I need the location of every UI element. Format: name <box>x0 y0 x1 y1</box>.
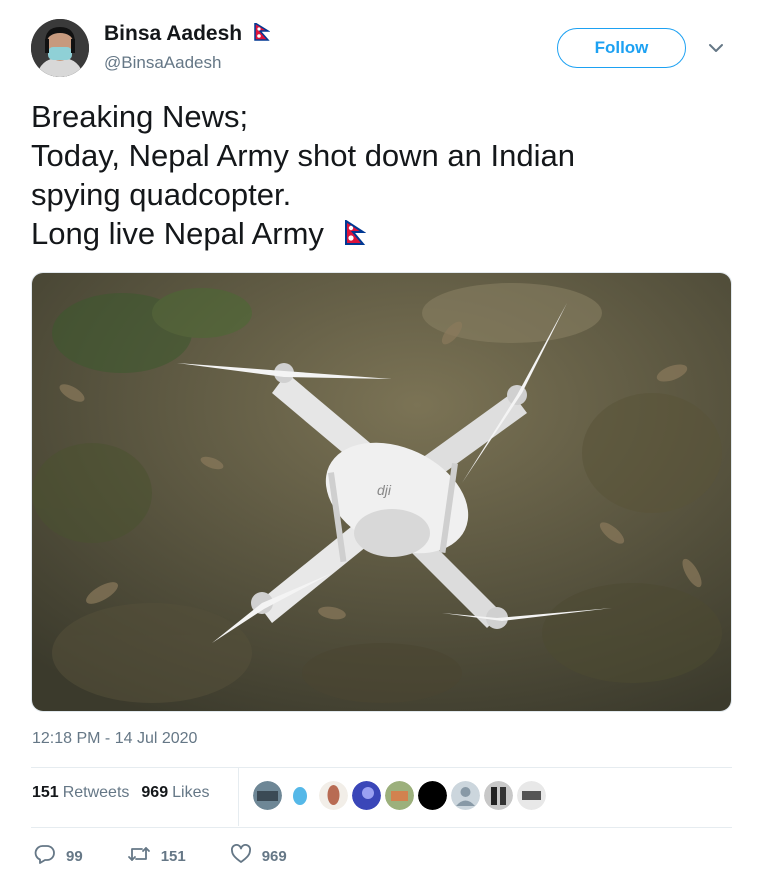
tweet-text: Breaking News; Today, Nepal Army shot do… <box>31 97 731 255</box>
user-handle[interactable]: @BinsaAadesh <box>104 53 221 73</box>
tweet-photo[interactable]: dji <box>31 272 732 712</box>
liker-avatar[interactable] <box>418 781 447 810</box>
divider <box>238 768 239 826</box>
retweets-count[interactable]: 151 <box>32 784 59 802</box>
tweet-text-line: Long live Nepal Army <box>31 216 324 251</box>
chevron-down-icon[interactable] <box>708 41 724 59</box>
retweet-icon <box>127 845 151 867</box>
liker-avatar[interactable] <box>451 781 480 810</box>
reply-count: 99 <box>66 847 83 865</box>
like-button[interactable]: 969 <box>230 844 287 868</box>
liker-avatar[interactable] <box>385 781 414 810</box>
tweet-card: Binsa Aadesh @BinsaAadesh Follow Breakin… <box>0 0 773 881</box>
retweets-label[interactable]: Retweets <box>63 784 130 802</box>
liker-avatar[interactable] <box>286 781 315 810</box>
drone-brand-text: dji <box>377 482 392 498</box>
display-name[interactable]: Binsa Aadesh <box>104 22 242 46</box>
heart-icon <box>230 844 252 868</box>
tweet-text-line: spying quadcopter. <box>31 177 292 212</box>
reply-button[interactable]: 99 <box>34 844 83 868</box>
nepal-flag-icon <box>344 216 367 255</box>
divider <box>31 827 732 828</box>
tweet-text-line: Breaking News; <box>31 99 249 134</box>
liker-avatar[interactable] <box>484 781 513 810</box>
likes-count[interactable]: 969 <box>141 784 168 802</box>
tweet-text-line: Today, Nepal Army shot down an Indian <box>31 138 575 173</box>
liker-avatars <box>253 781 550 810</box>
engagement-stats: 151 Retweets 969 Likes <box>32 784 221 802</box>
tweet-timestamp[interactable]: 12:18 PM - 14 Jul 2020 <box>32 730 197 748</box>
reply-icon <box>34 844 56 868</box>
likes-label[interactable]: Likes <box>172 784 209 802</box>
nepal-flag-icon <box>254 21 271 46</box>
tweet-actions: 99 151 969 <box>34 844 287 868</box>
retweet-count: 151 <box>160 847 186 865</box>
divider <box>31 767 732 768</box>
liker-avatar[interactable] <box>517 781 546 810</box>
liker-avatar[interactable] <box>319 781 348 810</box>
like-count: 969 <box>261 847 287 865</box>
liker-avatar[interactable] <box>352 781 381 810</box>
follow-button[interactable]: Follow <box>557 28 686 68</box>
tweet-text-line-with-flag: Long live Nepal Army <box>31 214 731 255</box>
liker-avatar[interactable] <box>253 781 282 810</box>
retweet-button[interactable]: 151 <box>127 845 186 867</box>
avatar[interactable] <box>31 19 89 77</box>
